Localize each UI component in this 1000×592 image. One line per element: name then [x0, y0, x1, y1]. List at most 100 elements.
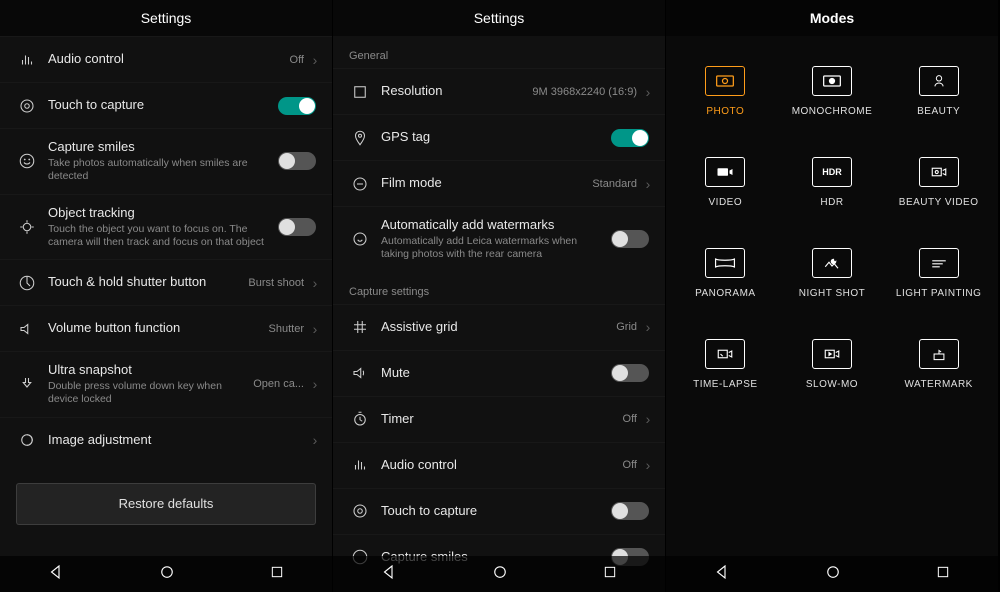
slowmo-icon	[812, 339, 852, 369]
row-gps-tag[interactable]: GPS tag	[333, 114, 665, 160]
row-mute[interactable]: Mute	[333, 350, 665, 396]
row-label: Resolution	[381, 83, 522, 99]
target-icon	[16, 218, 38, 236]
mode-label: WATERMARK	[904, 379, 972, 390]
nav-bar	[666, 556, 998, 592]
row-touch-to-capture[interactable]: Touch to capture	[0, 82, 332, 128]
section-general: General	[333, 36, 665, 68]
chevron-right-icon: ›	[308, 275, 322, 291]
toggle[interactable]	[278, 152, 316, 170]
row-resolution[interactable]: Resolution 9M 3968x2240 (16:9) ›	[333, 68, 665, 114]
nav-back-icon[interactable]	[47, 563, 65, 586]
row-label: Object tracking	[48, 205, 268, 221]
nav-back-icon[interactable]	[713, 563, 731, 586]
gps-icon	[349, 129, 371, 147]
row-volume-button[interactable]: Volume button function Shutter ›	[0, 305, 332, 351]
mode-beauty-video[interactable]: BEAUTY VIDEO	[887, 157, 990, 208]
mode-label: NIGHT SHOT	[799, 288, 865, 299]
nav-recent-icon[interactable]	[269, 564, 285, 585]
settings-list: General Resolution 9M 3968x2240 (16:9) ›…	[333, 36, 665, 592]
mode-beauty[interactable]: BEAUTY	[887, 66, 990, 117]
row-touch-capture-2[interactable]: Touch to capture	[333, 488, 665, 534]
row-value: Off	[623, 413, 637, 425]
toggle[interactable]	[611, 364, 649, 382]
nav-home-icon[interactable]	[158, 563, 176, 586]
mode-video[interactable]: VIDEO	[674, 157, 777, 208]
mode-hdr[interactable]: HDR HDR	[781, 157, 884, 208]
row-label: Image adjustment	[48, 432, 298, 448]
row-value: Burst shoot	[248, 277, 304, 289]
row-audio-control[interactable]: Audio control Off ›	[0, 36, 332, 82]
row-image-adjustment[interactable]: Image adjustment ›	[0, 417, 332, 463]
chevron-right-icon: ›	[641, 176, 655, 192]
row-label: Audio control	[48, 51, 280, 67]
hdr-icon: HDR	[812, 157, 852, 187]
mode-light-painting[interactable]: LIGHT PAINTING	[887, 248, 990, 299]
mode-photo[interactable]: PHOTO	[674, 66, 777, 117]
nav-home-icon[interactable]	[491, 563, 509, 586]
timelapse-icon	[705, 339, 745, 369]
restore-defaults-button[interactable]: Restore defaults	[16, 483, 316, 525]
mode-night-shot[interactable]: NIGHT SHOT	[781, 248, 884, 299]
toggle[interactable]	[611, 230, 649, 248]
row-value: 9M 3968x2240 (16:9)	[532, 86, 637, 98]
mode-label: LIGHT PAINTING	[896, 288, 982, 299]
mode-monochrome[interactable]: MONOCHROME	[781, 66, 884, 117]
row-audio-control-2[interactable]: Audio control Off ›	[333, 442, 665, 488]
row-touch-hold-shutter[interactable]: Touch & hold shutter button Burst shoot …	[0, 259, 332, 305]
row-assistive-grid[interactable]: Assistive grid Grid ›	[333, 304, 665, 350]
row-label: Touch & hold shutter button	[48, 274, 238, 290]
night-icon	[812, 248, 852, 278]
mode-label: MONOCHROME	[792, 106, 873, 117]
video-icon	[705, 157, 745, 187]
watermark-mode-icon	[919, 339, 959, 369]
mode-label: PHOTO	[706, 106, 744, 117]
chevron-right-icon: ›	[308, 321, 322, 337]
nav-home-icon[interactable]	[824, 563, 842, 586]
row-value: Grid	[616, 321, 637, 333]
section-capture: Capture settings	[333, 272, 665, 304]
row-label: GPS tag	[381, 129, 601, 145]
toggle[interactable]	[611, 129, 649, 147]
resolution-icon	[349, 83, 371, 101]
beauty-icon	[919, 66, 959, 96]
row-timer[interactable]: Timer Off ›	[333, 396, 665, 442]
toggle[interactable]	[611, 502, 649, 520]
film-icon	[349, 175, 371, 193]
settings-panel-1: Settings Audio control Off › Touch to ca…	[0, 0, 333, 592]
mode-time-lapse[interactable]: TIME-LAPSE	[674, 339, 777, 390]
mode-label: BEAUTY	[917, 106, 960, 117]
row-capture-smiles[interactable]: Capture smiles Take photos automatically …	[0, 128, 332, 194]
row-ultra-snapshot[interactable]: Ultra snapshotDouble press volume down k…	[0, 351, 332, 417]
chevron-right-icon: ›	[308, 432, 322, 448]
chevron-right-icon: ›	[308, 376, 322, 392]
toggle[interactable]	[278, 218, 316, 236]
row-value: Off	[623, 459, 637, 471]
row-label: Capture smiles	[48, 139, 268, 155]
nav-recent-icon[interactable]	[602, 564, 618, 585]
nav-bar	[333, 556, 665, 592]
chevron-right-icon: ›	[641, 457, 655, 473]
row-film-mode[interactable]: Film mode Standard ›	[333, 160, 665, 206]
row-object-tracking[interactable]: Object trackingTouch the object you want…	[0, 194, 332, 260]
toggle[interactable]	[278, 97, 316, 115]
touch-icon	[349, 502, 371, 520]
row-label: Mute	[381, 365, 601, 381]
mode-panorama[interactable]: PANORAMA	[674, 248, 777, 299]
volume-icon	[16, 320, 38, 338]
row-sub: Take photos automatically when smiles ar…	[48, 157, 268, 183]
row-label: Assistive grid	[381, 319, 606, 335]
hold-icon	[16, 274, 38, 292]
panel-title: Settings	[333, 0, 665, 36]
smile-icon	[16, 152, 38, 170]
mode-slow-mo[interactable]: SLOW-MO	[781, 339, 884, 390]
camera-icon	[705, 66, 745, 96]
adjust-icon	[16, 431, 38, 449]
row-label: Timer	[381, 411, 613, 427]
chevron-right-icon: ›	[641, 411, 655, 427]
nav-recent-icon[interactable]	[935, 564, 951, 585]
mode-watermark[interactable]: WATERMARK	[887, 339, 990, 390]
nav-back-icon[interactable]	[380, 563, 398, 586]
grid-icon	[349, 318, 371, 336]
row-watermarks[interactable]: Automatically add watermarksAutomaticall…	[333, 206, 665, 272]
